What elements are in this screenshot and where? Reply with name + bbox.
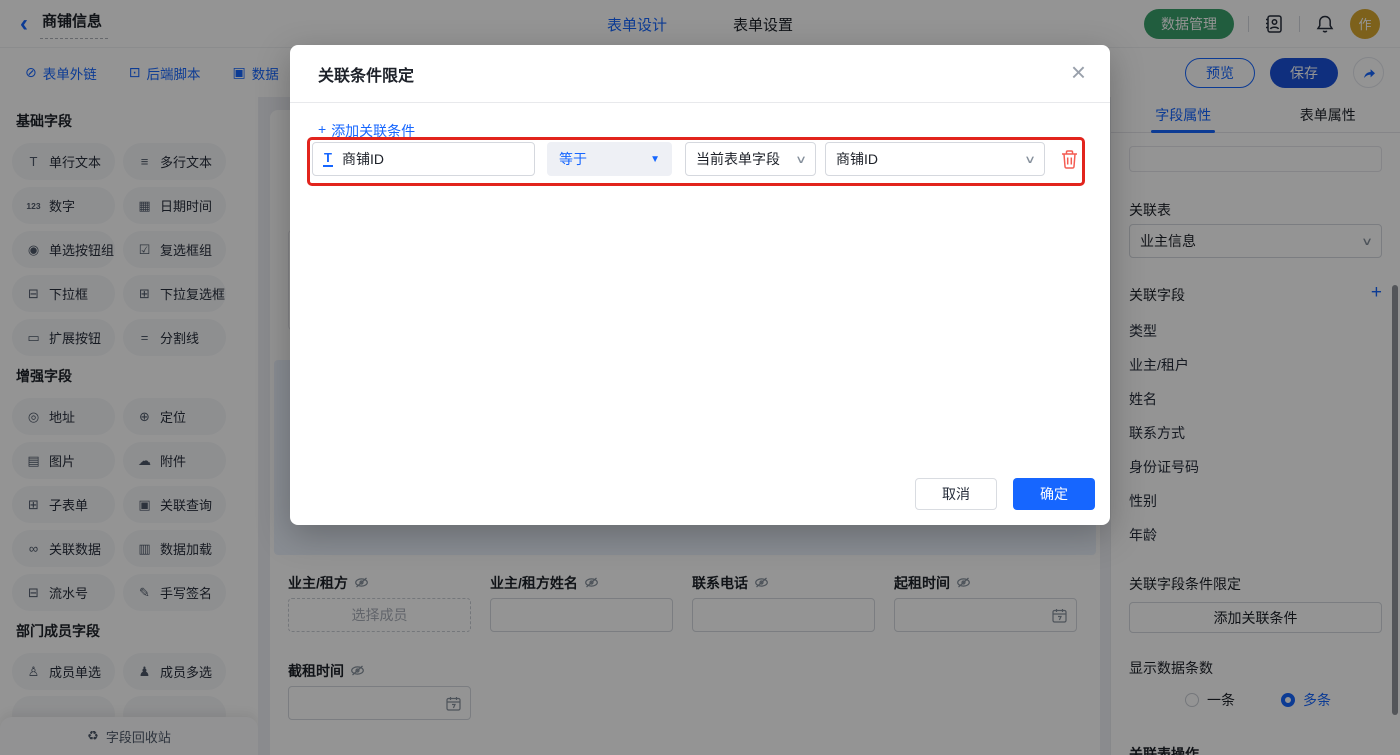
delete-condition-icon[interactable] — [1060, 149, 1079, 169]
operator-value: 等于 — [559, 149, 587, 169]
caret-down-icon: ▼ — [650, 154, 660, 165]
source-value: 当前表单字段 — [696, 149, 780, 169]
value-select[interactable]: 商铺ID ∨ — [825, 142, 1045, 176]
add-condition-link-label: 添加关联条件 — [331, 121, 415, 141]
modal-title: 关联条件限定 — [318, 62, 414, 86]
condition-modal: 关联条件限定 × + 添加关联条件 T 商铺ID 等于 ▼ 当前表单字段 ∨ 商… — [290, 45, 1110, 525]
chevron-down-icon: ∨ — [795, 153, 807, 166]
condition-field-value: 商铺ID — [342, 149, 384, 169]
value-value: 商铺ID — [836, 149, 878, 169]
cancel-button[interactable]: 取消 — [915, 478, 997, 510]
chevron-down-icon: ∨ — [1024, 153, 1036, 166]
condition-field-input[interactable]: T 商铺ID — [312, 142, 535, 176]
plus-icon: + — [318, 121, 326, 141]
add-condition-link[interactable]: + 添加关联条件 — [318, 121, 415, 141]
condition-row: T 商铺ID 等于 ▼ 当前表单字段 ∨ 商铺ID ∨ — [312, 142, 1079, 176]
operator-select[interactable]: 等于 ▼ — [547, 142, 672, 176]
modal-header: 关联条件限定 — [290, 45, 1110, 103]
app-screen: ‹ 商铺信息 表单设计 表单设置 数据管理 作 — [0, 0, 1400, 755]
text-field-icon: T — [323, 151, 333, 167]
modal-footer: 取消 确定 — [915, 478, 1095, 510]
close-icon[interactable]: × — [1071, 59, 1086, 85]
confirm-button[interactable]: 确定 — [1013, 478, 1095, 510]
source-select[interactable]: 当前表单字段 ∨ — [685, 142, 816, 176]
